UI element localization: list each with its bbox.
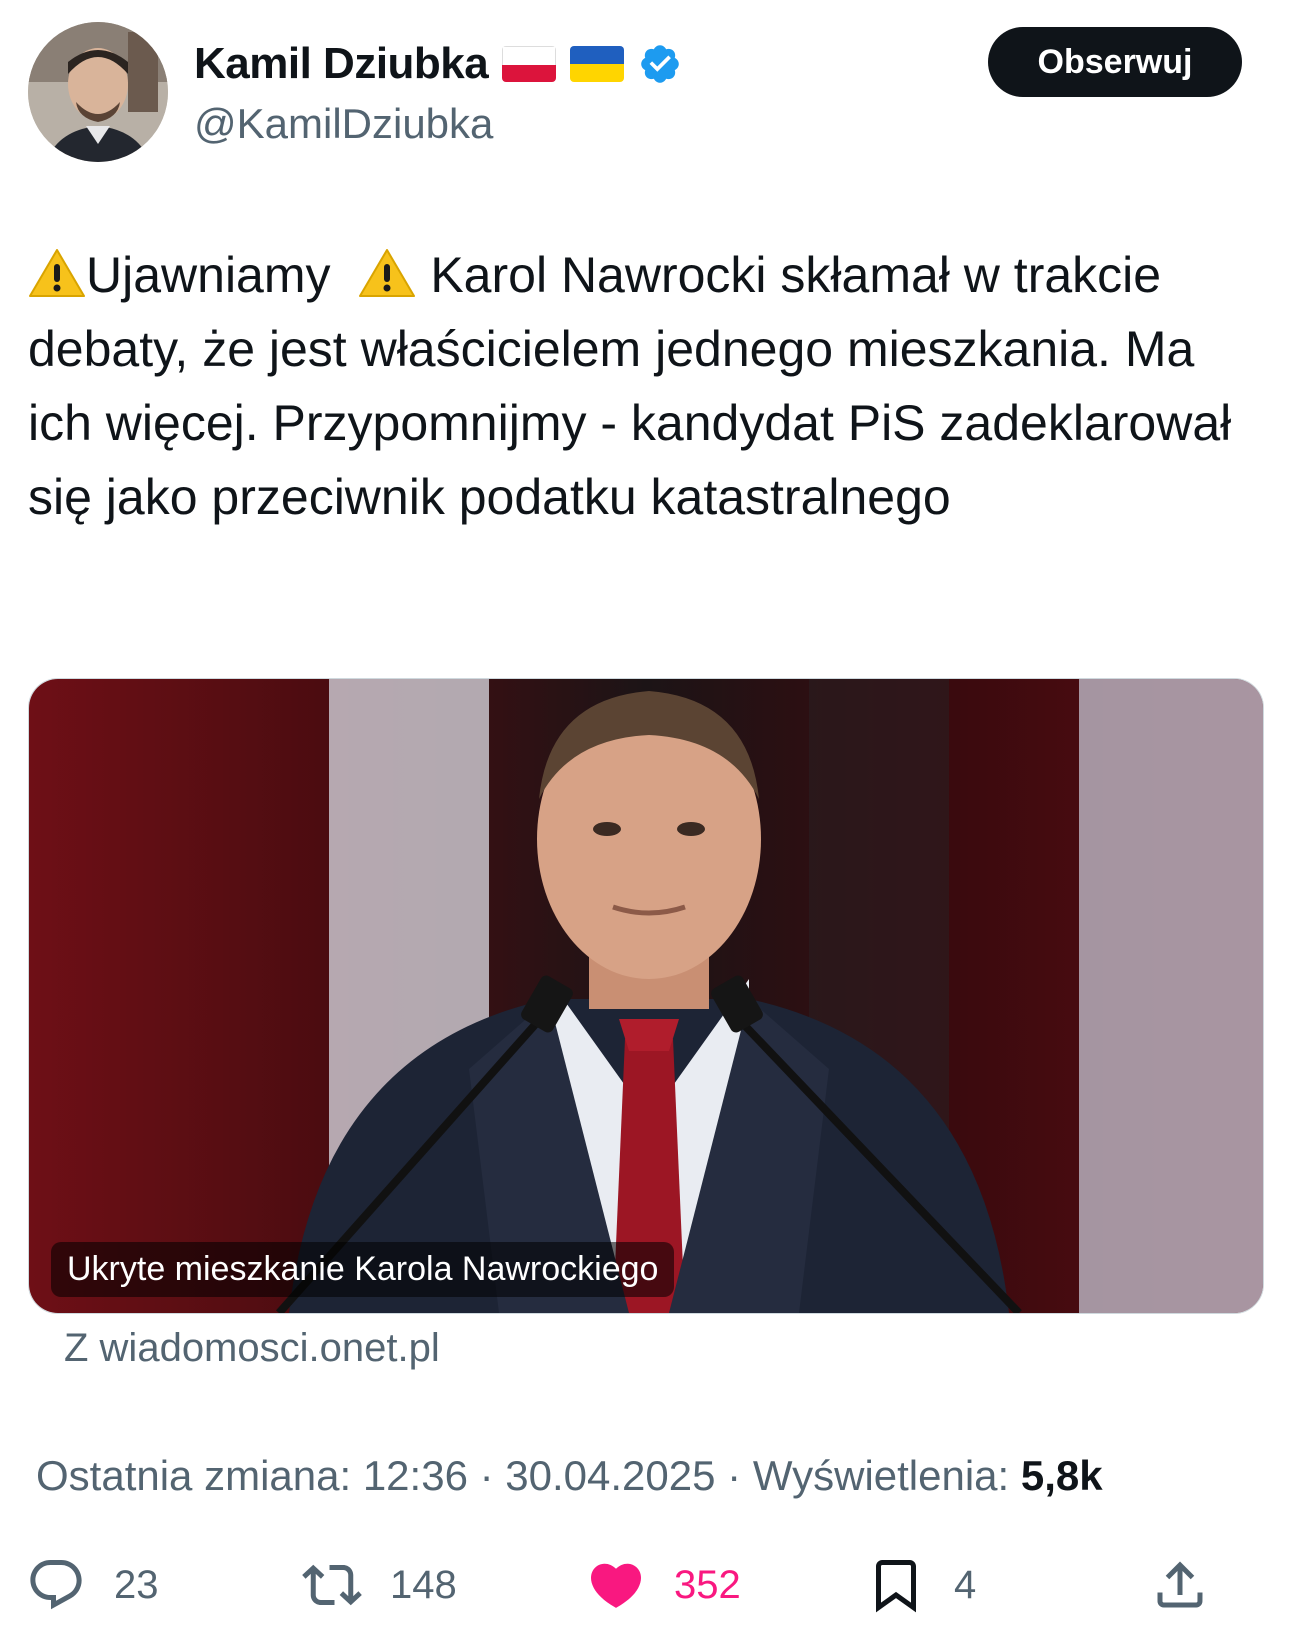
warning-icon <box>29 249 85 297</box>
share-button[interactable] <box>1150 1540 1210 1630</box>
bookmark-button[interactable]: 4 <box>866 1540 976 1630</box>
repost-count: 148 <box>390 1562 457 1607</box>
avatar[interactable] <box>28 22 168 162</box>
reply-button[interactable]: 23 <box>26 1540 159 1630</box>
action-bar: 23 148 352 4 <box>0 1540 1290 1630</box>
repost-button[interactable]: 148 <box>302 1540 457 1630</box>
author-name[interactable]: Kamil Dziubka <box>194 39 489 89</box>
tweet-headline: Ujawniamy <box>86 247 331 303</box>
edited-label: Ostatnia zmiana: <box>36 1452 352 1499</box>
tweet-meta: Ostatnia zmiana: 12:36 · 30.04.2025 · Wy… <box>36 1452 1103 1500</box>
tweet-time[interactable]: 12:36 <box>363 1452 468 1499</box>
warning-icon <box>359 249 416 297</box>
views-label: Wyświetlenia: <box>752 1452 1010 1499</box>
flag-ukraine-icon <box>570 46 625 82</box>
like-button[interactable]: 352 <box>586 1540 741 1630</box>
verified-badge-icon <box>641 45 680 83</box>
bookmark-icon <box>876 1560 916 1613</box>
tweet-text: Ujawniamy Karol Nawrocki skłamał w trakc… <box>28 238 1268 534</box>
reply-icon <box>30 1560 82 1610</box>
share-icon <box>1157 1561 1203 1608</box>
reply-count: 23 <box>114 1562 159 1607</box>
author-handle[interactable]: @KamilDziubka <box>194 100 493 148</box>
like-count: 352 <box>674 1562 741 1607</box>
meta-separator: · <box>727 1452 742 1499</box>
views-count: 5,8k <box>1020 1452 1103 1499</box>
follow-button[interactable]: Obserwuj <box>988 27 1242 97</box>
heart-filled-icon <box>590 1563 642 1608</box>
flag-poland-icon <box>502 46 557 82</box>
media-image <box>29 679 1263 1313</box>
tweet-date[interactable]: 30.04.2025 <box>505 1452 715 1499</box>
link-source[interactable]: Z wiadomosci.onet.pl <box>64 1326 440 1371</box>
author-name-row: Kamil Dziubka <box>194 36 682 92</box>
media-card[interactable]: Ukryte mieszkanie Karola Nawrockiego <box>28 678 1264 1314</box>
bookmark-count: 4 <box>954 1562 977 1607</box>
repost-icon <box>302 1564 362 1606</box>
media-caption: Ukryte mieszkanie Karola Nawrockiego <box>51 1242 675 1297</box>
meta-separator: · <box>479 1452 494 1499</box>
avatar-image <box>28 22 168 162</box>
